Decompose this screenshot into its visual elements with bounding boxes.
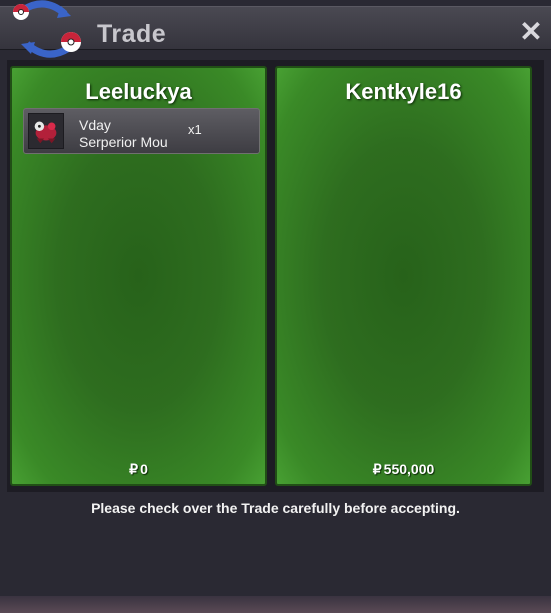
right-player-name: Kentkyle16 [345, 79, 462, 104]
left-trade-panel: Leeluckya Vday Serperior Mou x1 ₽0 [10, 66, 267, 486]
trade-item-slot[interactable]: Vday Serperior Mou x1 [23, 108, 260, 154]
close-icon[interactable]: ✕ [518, 18, 544, 46]
left-money-amount: 0 [140, 461, 148, 477]
item-quantity: x1 [188, 122, 202, 137]
trade-panels: Leeluckya Vday Serperior Mou x1 ₽0 Kentk… [7, 60, 544, 492]
right-trade-panel: Kentkyle16 ₽550,000 [275, 66, 532, 486]
window-title: Trade [97, 20, 167, 48]
trade-window: Trade ✕ Leeluckya Vday Serperior Mou x1 … [0, 0, 551, 613]
serperior-mount-icon [28, 113, 64, 149]
pokeball-exchange-icon [13, 0, 81, 58]
left-player-name: Leeluckya [85, 79, 192, 104]
item-name-line2: Serperior Mou [79, 134, 168, 150]
left-money: ₽0 [12, 461, 265, 478]
pokedollar-icon: ₽ [372, 461, 382, 477]
background-strip [0, 596, 551, 613]
trade-notice: Please check over the Trade carefully be… [91, 500, 460, 516]
right-money-amount: 550,000 [383, 461, 435, 477]
right-money: ₽550,000 [277, 461, 530, 478]
pokedollar-icon: ₽ [129, 461, 139, 477]
item-name-line1: Vday [79, 117, 111, 133]
